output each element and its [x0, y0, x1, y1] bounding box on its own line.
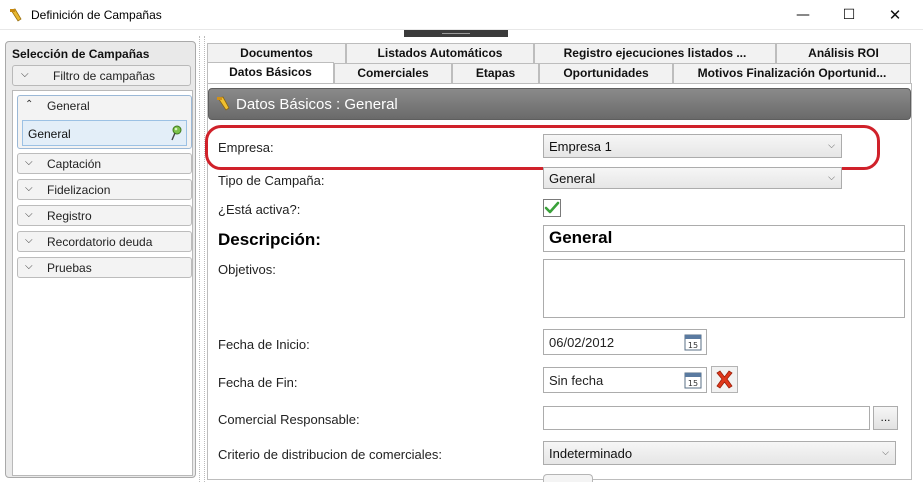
esta-activa-label: ¿Está activa?:: [218, 202, 301, 217]
tab-datos-basicos[interactable]: Datos Básicos: [207, 62, 334, 84]
maximize-button[interactable]: ☐: [826, 0, 872, 30]
comercial-responsable-label: Comercial Responsable:: [218, 412, 360, 427]
group-captacion[interactable]: ⌵ Captación: [17, 153, 192, 174]
tab-motivos-finalizacion[interactable]: Motivos Finalización Oportunid...: [673, 63, 911, 83]
group-label: General: [47, 99, 90, 113]
tab-comerciales[interactable]: Comerciales: [334, 63, 452, 83]
vertical-splitter[interactable]: [199, 36, 205, 482]
fecha-inicio-label: Fecha de Inicio:: [218, 337, 310, 352]
tab-oportunidades[interactable]: Oportunidades: [539, 63, 673, 83]
top-splitter-grip[interactable]: [404, 30, 508, 37]
minimize-button[interactable]: —: [780, 0, 826, 30]
chevron-down-icon: ⌵: [25, 235, 33, 246]
panel-title: Selección de Campañas: [12, 47, 150, 61]
window-title: Definición de Campañas: [31, 8, 162, 22]
group-label: Captación: [47, 157, 102, 171]
calendar-icon[interactable]: 15: [684, 333, 702, 351]
descripcion-input[interactable]: General: [543, 225, 905, 252]
empresa-value: Empresa 1: [549, 139, 612, 154]
browse-comercial-button[interactable]: ...: [873, 406, 898, 430]
campaign-selection-panel: Selección de Campañas ⌵ Filtro de campañ…: [5, 41, 196, 478]
calendar-day: 15: [688, 341, 698, 350]
tipo-campana-value: General: [549, 171, 596, 186]
filter-label: Filtro de campañas: [53, 69, 156, 83]
fecha-inicio-value: 06/02/2012: [549, 335, 615, 350]
objetivos-textarea[interactable]: [543, 259, 905, 318]
chevron-up-icon: ⌃: [25, 99, 34, 110]
descripcion-value: General: [549, 228, 613, 247]
empresa-label: Empresa:: [218, 140, 274, 155]
fecha-fin-label: Fecha de Fin:: [218, 375, 298, 390]
chevron-down-icon: ⌵: [828, 172, 835, 182]
chevron-down-icon: ⌵: [25, 183, 33, 194]
group-label: Registro: [47, 209, 92, 223]
campaign-filter-expander[interactable]: ⌵ Filtro de campañas: [12, 65, 191, 86]
group-pruebas[interactable]: ⌵ Pruebas: [17, 257, 192, 278]
partial-control[interactable]: [543, 474, 593, 482]
esta-activa-checkbox[interactable]: [543, 199, 561, 217]
objetivos-label: Objetivos:: [218, 262, 276, 277]
group-recordatorio-deuda[interactable]: ⌵ Recordatorio deuda: [17, 231, 192, 252]
close-button[interactable]: ✕: [872, 0, 918, 30]
fecha-fin-value: Sin fecha: [549, 373, 604, 388]
empresa-select[interactable]: Empresa 1 ⌵: [543, 134, 842, 158]
group-label: Pruebas: [47, 261, 92, 275]
tab-analisis-roi[interactable]: Análisis ROI: [776, 43, 911, 63]
campaign-groups-list: ⌃ General General ⌵ Captación ⌵ Fideliza…: [12, 90, 193, 476]
tab-documentos[interactable]: Documentos: [207, 43, 346, 63]
fecha-inicio-datepicker[interactable]: 06/02/2012 15: [543, 329, 707, 355]
group-label: Recordatorio deuda: [47, 235, 153, 249]
chevron-down-icon: ⌵: [25, 261, 33, 272]
app-icon: [10, 8, 22, 22]
campaign-icon: [217, 96, 230, 111]
clear-fecha-fin-button[interactable]: [711, 366, 738, 393]
criterio-distribucion-value: Indeterminado: [549, 446, 633, 461]
chevron-down-icon: ⌵: [828, 140, 835, 150]
tab-listados-automaticos[interactable]: Listados Automáticos: [346, 43, 534, 63]
campaign-item-general[interactable]: General: [22, 120, 187, 146]
tipo-campana-label: Tipo de Campaña:: [218, 173, 325, 188]
chevron-down-icon: ⌵: [21, 69, 29, 80]
fecha-fin-datepicker[interactable]: Sin fecha 15: [543, 367, 707, 393]
comercial-responsable-input[interactable]: [543, 406, 870, 430]
criterio-distribucion-label: Criterio de distribucion de comerciales:: [218, 447, 442, 462]
tipo-campana-select[interactable]: General ⌵: [543, 167, 842, 189]
section-header: Datos Básicos : General: [208, 88, 911, 120]
descripcion-label: Descripción:: [218, 230, 321, 249]
title-bar: Definición de Campañas — ☐ ✕: [0, 0, 923, 30]
delete-icon: [716, 370, 733, 389]
criterio-distribucion-select[interactable]: Indeterminado ⌵: [543, 441, 896, 465]
chevron-down-icon: ⌵: [882, 447, 889, 457]
tab-registro-ejecuciones[interactable]: Registro ejecuciones listados ...: [534, 43, 776, 63]
tab-etapas[interactable]: Etapas: [452, 63, 539, 83]
pin-icon[interactable]: [170, 125, 182, 141]
group-fidelizacion[interactable]: ⌵ Fidelizacion: [17, 179, 192, 200]
group-general: ⌃ General General: [17, 95, 192, 149]
calendar-day: 15: [688, 379, 698, 388]
chevron-down-icon: ⌵: [25, 209, 33, 220]
group-label: Fidelizacion: [47, 183, 111, 197]
group-general-header[interactable]: ⌃ General: [18, 96, 191, 117]
chevron-down-icon: ⌵: [25, 157, 33, 168]
calendar-icon[interactable]: 15: [684, 371, 702, 389]
group-registro[interactable]: ⌵ Registro: [17, 205, 192, 226]
campaign-item-label: General: [28, 127, 71, 141]
section-title: Datos Básicos : General: [236, 96, 398, 113]
